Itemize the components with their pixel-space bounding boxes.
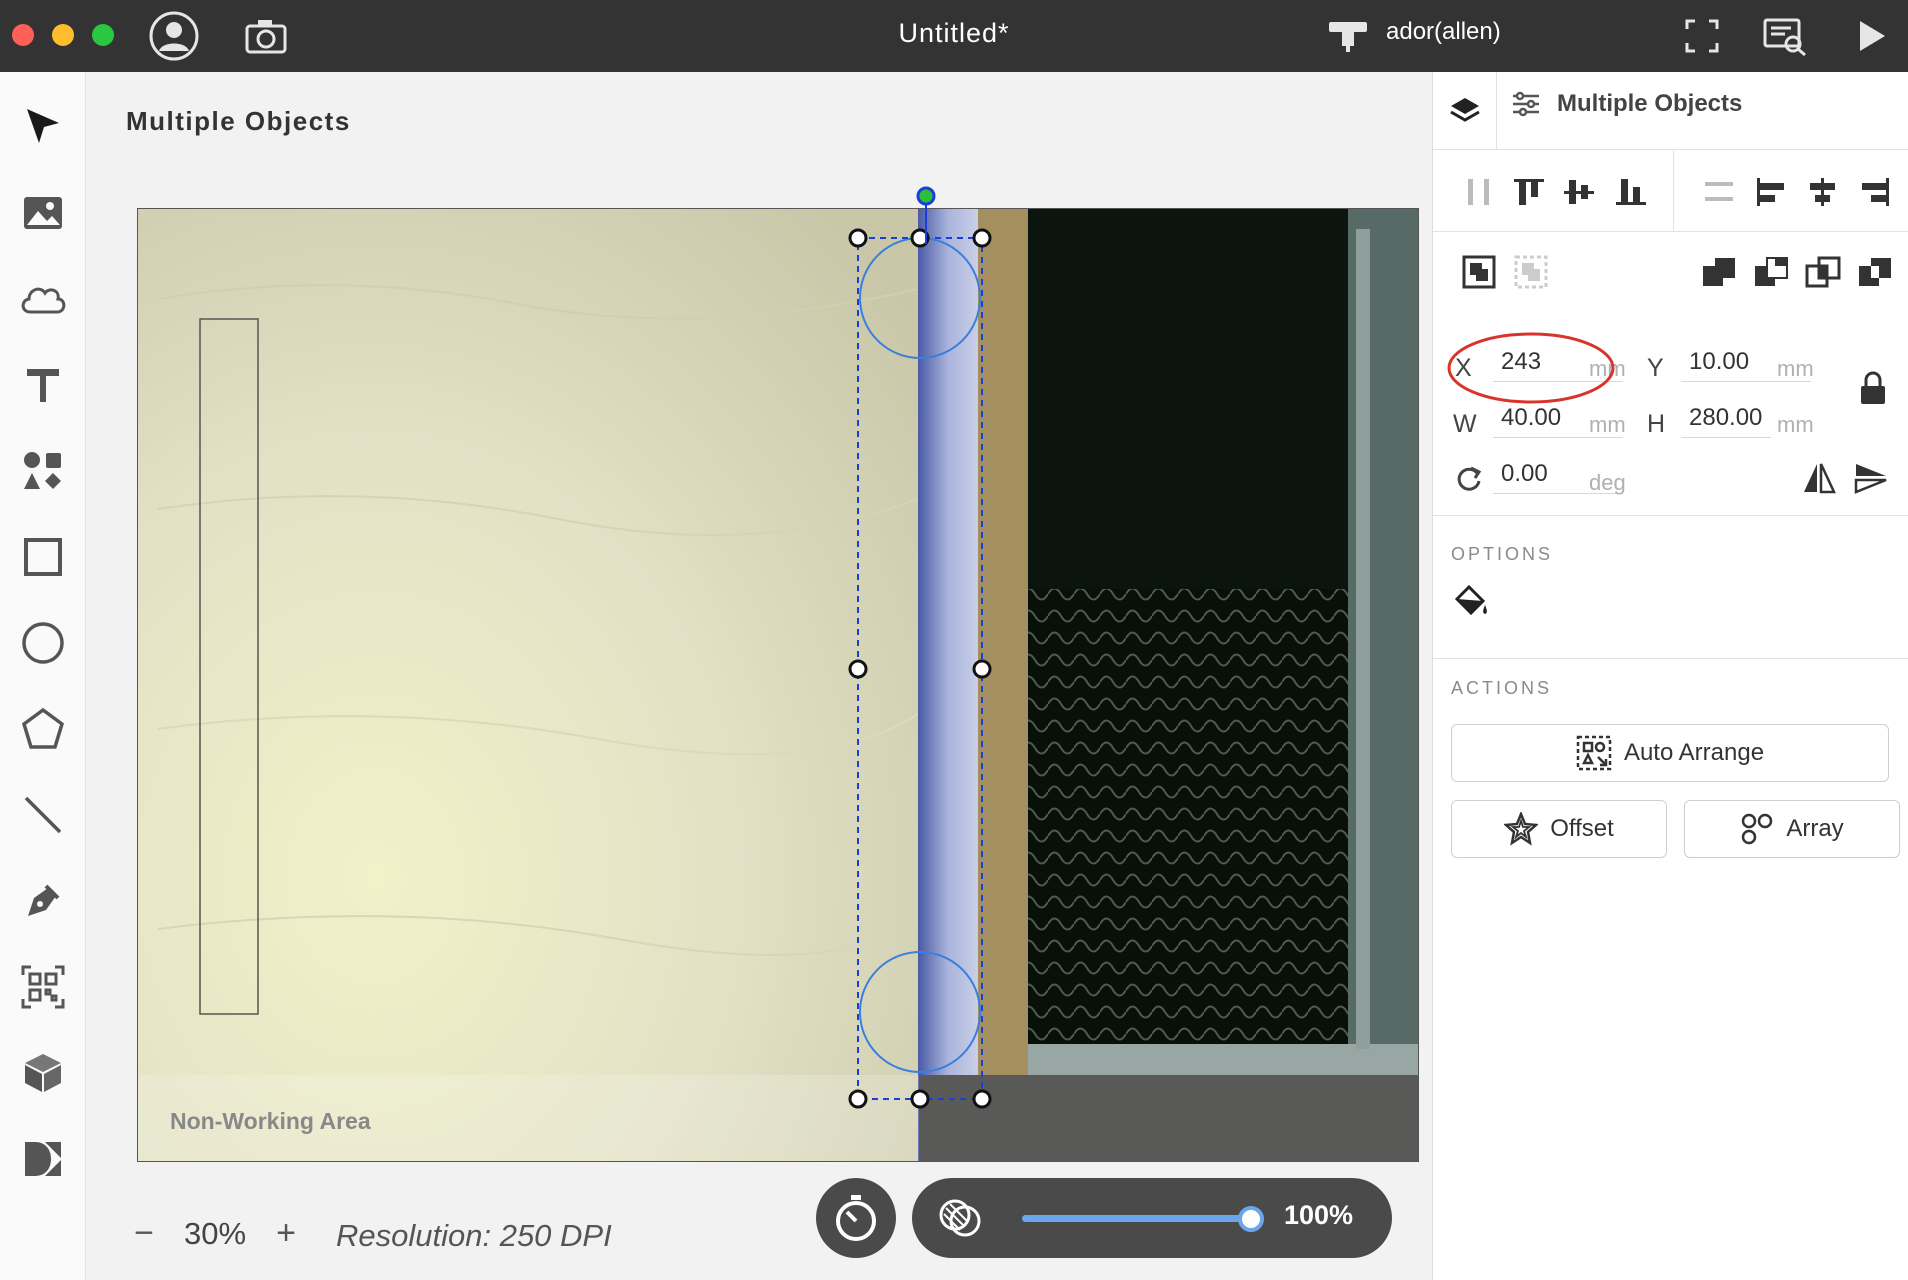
array-label: Array <box>1786 815 1844 842</box>
device-name[interactable]: ador(allen) <box>1386 18 1501 46</box>
machine-icon[interactable] <box>1322 10 1374 62</box>
run-play-icon[interactable] <box>1846 10 1898 62</box>
ellipse-icon[interactable] <box>8 608 78 678</box>
canvas-workarea: Multiple Objects Non-Working Area − 30% … <box>86 72 1432 1280</box>
pen-icon[interactable] <box>8 866 78 936</box>
options-separator <box>1433 658 1908 659</box>
stopwatch-icon <box>836 1195 876 1241</box>
align-left-icon[interactable] <box>1749 170 1793 214</box>
w-label: W <box>1453 410 1477 438</box>
opacity-slider-track[interactable] <box>1022 1215 1252 1222</box>
height-input[interactable] <box>1681 398 1771 438</box>
union-icon[interactable] <box>1697 250 1741 294</box>
zoom-out-button[interactable]: − <box>126 1214 162 1253</box>
group-toolbar <box>1433 232 1908 312</box>
layers-tab[interactable] <box>1433 72 1497 150</box>
y-label: Y <box>1647 354 1664 382</box>
camera-preview-canvas[interactable] <box>137 208 1419 1162</box>
align-right-icon[interactable] <box>1853 170 1897 214</box>
rotate-handle[interactable] <box>906 184 946 244</box>
align-middle-icon[interactable] <box>1557 170 1601 214</box>
options-title: OPTIONS <box>1451 544 1554 564</box>
h-label: H <box>1647 410 1666 438</box>
auto-arrange-label: Auto Arrange <box>1623 739 1765 766</box>
opacity-value: 100% <box>1284 1200 1354 1230</box>
left-toolbar <box>0 72 86 1280</box>
align-bottom-icon[interactable] <box>1609 170 1653 214</box>
ungroup-icon[interactable] <box>1509 250 1553 294</box>
cloud-icon[interactable] <box>8 264 78 334</box>
align-top-icon[interactable] <box>1507 170 1551 214</box>
zoom-window-button[interactable] <box>92 24 114 46</box>
object-tab[interactable]: Multiple Objects <box>1511 90 1742 118</box>
array-button[interactable]: Array <box>1684 800 1900 858</box>
distribute-horizontal-icon[interactable] <box>1457 170 1501 214</box>
dimension-section: X mm Y mm W mm H mm deg <box>1433 312 1908 516</box>
sliders-icon <box>1513 91 1539 117</box>
non-working-area-label: Non-Working Area <box>170 1108 371 1134</box>
rotate-icon <box>1447 456 1491 500</box>
align-center-icon[interactable] <box>1801 170 1845 214</box>
resolution-text: Resolution: 250 DPI <box>336 1218 612 1253</box>
title-bar: Untitled* ador(allen) <box>0 0 1908 72</box>
camera-opacity-control: 100% <box>912 1178 1392 1258</box>
offset-star-icon <box>1504 812 1539 846</box>
panel-header: Multiple Objects <box>1433 72 1908 150</box>
elements-icon[interactable] <box>8 436 78 506</box>
align-divider <box>1673 150 1674 232</box>
array-icon <box>1742 813 1773 845</box>
actions-title: ACTIONS <box>1451 678 1553 698</box>
text-icon[interactable] <box>8 350 78 420</box>
camera-overlay-icon <box>939 1199 981 1237</box>
camera-icon[interactable] <box>240 10 292 62</box>
minimize-window-button[interactable] <box>52 24 74 46</box>
fullscreen-icon[interactable] <box>1676 10 1728 62</box>
rotation-unit: deg <box>1589 470 1626 495</box>
timer-button[interactable] <box>816 1178 896 1258</box>
box-icon[interactable] <box>8 1038 78 1108</box>
canvas-selection-title: Multiple Objects <box>126 106 351 136</box>
offset-button[interactable]: Offset <box>1451 800 1667 858</box>
line-icon[interactable] <box>8 780 78 850</box>
fill-bucket-icon[interactable] <box>1449 580 1493 624</box>
y-unit: mm <box>1777 356 1814 381</box>
distribute-vertical-icon[interactable] <box>1697 170 1741 214</box>
object-panel: Multiple Objects X 243 mm Y 10.00 mm W 4… <box>1432 72 1908 1280</box>
flip-horizontal-icon[interactable] <box>1797 456 1841 500</box>
opacity-slider-thumb[interactable] <box>1238 1206 1264 1232</box>
h-unit: mm <box>1777 412 1814 437</box>
user-account-icon[interactable] <box>148 10 200 62</box>
auto-arrange-button[interactable]: Auto Arrange <box>1451 724 1889 782</box>
group-icon[interactable] <box>1457 250 1501 294</box>
w-unit: mm <box>1589 412 1626 437</box>
select-arrow-icon[interactable] <box>8 92 78 162</box>
auto-arrange-icon <box>1576 735 1612 771</box>
intersect-icon[interactable] <box>1801 250 1845 294</box>
highlight-circle <box>1447 332 1615 404</box>
align-toolbar <box>1433 150 1908 232</box>
object-tab-label: Multiple Objects <box>1557 90 1743 117</box>
preview-search-icon[interactable] <box>1760 10 1812 62</box>
offset-label: Offset <box>1550 815 1614 842</box>
polygon-icon[interactable] <box>8 694 78 764</box>
subtract-icon[interactable] <box>1749 250 1793 294</box>
lock-ratio-icon[interactable] <box>1851 366 1895 410</box>
zoom-in-button[interactable]: + <box>268 1214 304 1253</box>
difference-icon[interactable] <box>1853 250 1897 294</box>
zoom-control: − 30% + <box>126 1214 304 1253</box>
image-icon[interactable] <box>8 178 78 248</box>
dmkt-icon[interactable] <box>8 1124 78 1194</box>
rectangle-icon[interactable] <box>8 522 78 592</box>
flip-vertical-icon[interactable] <box>1849 456 1893 500</box>
zoom-level: 30% <box>184 1215 247 1251</box>
qr-code-icon[interactable] <box>8 952 78 1022</box>
close-window-button[interactable] <box>12 24 34 46</box>
layers-icon <box>1449 98 1480 122</box>
